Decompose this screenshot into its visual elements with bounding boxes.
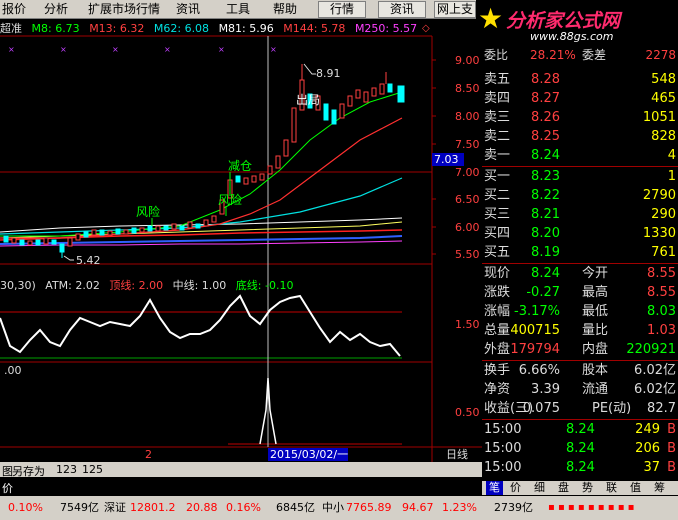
price-tick-7: 7.00 bbox=[455, 166, 480, 179]
fin-row-eps: 收益(三) 0.075 PE(动) 82.7 bbox=[484, 401, 676, 416]
svg-text:×: × bbox=[60, 45, 67, 54]
logo-url: www.88gs.com bbox=[530, 30, 614, 43]
stat-row-outer: 外盘 179794 内盘 220921 bbox=[484, 342, 676, 357]
ticker-signal-icon: ▪ ▪ ▪ ▪ ▪ ▪ ▪ ▪ ▪ bbox=[548, 502, 635, 513]
chart-tab-bar: 图 另存为 123 125 bbox=[0, 462, 482, 479]
indicator-tick-1-5: 1.50 bbox=[455, 318, 480, 331]
tab-trend[interactable]: 势 bbox=[582, 481, 593, 495]
price-tick-7-5: 7.50 bbox=[455, 138, 480, 151]
ticker-shenzhen-label: 深证 bbox=[104, 501, 126, 514]
indicator-top-line: 顶线: 2.00 bbox=[109, 279, 164, 292]
tab-book[interactable]: 盘 bbox=[558, 481, 569, 495]
site-logo: ★ 分析家公式网 www.88gs.com bbox=[476, 0, 678, 45]
current-price-marker: 7.03 bbox=[432, 153, 464, 166]
ticker-shenzhen-value: 12801.2 bbox=[130, 501, 176, 514]
fin-row-turnover: 换手 6.66% 股本 6.02亿 bbox=[484, 363, 676, 378]
ticker-amount-2: 6845亿 bbox=[276, 501, 315, 514]
ticker-smallcap-label: 中小 bbox=[322, 501, 344, 514]
tick-row-3: 15:00 8.24 37 B bbox=[484, 460, 676, 475]
indicator-mid-line: 中线: 1.00 bbox=[172, 279, 227, 292]
tab-chips[interactable]: 筹 bbox=[654, 481, 665, 495]
index-ticker-bar: 价 0.10% 7549亿 深证 12801.2 20.88 0.16% 684… bbox=[0, 482, 678, 520]
ticker-amount-3: 2739亿 bbox=[494, 501, 533, 514]
axis-mark-2: 2 bbox=[145, 448, 152, 461]
svg-text:◇: ◇ bbox=[422, 23, 430, 34]
annotation-reduce: 减仓 bbox=[228, 159, 253, 173]
ticker-left-label: 价 bbox=[2, 482, 13, 496]
price-tick-5-5: 5.50 bbox=[455, 248, 480, 261]
bid-3-row: 买三 8.21 290 bbox=[484, 207, 676, 222]
fin-row-net: 净资 3.39 流通 6.02亿 bbox=[484, 382, 676, 397]
high-price-label: 8.91 bbox=[316, 67, 341, 80]
svg-text:×: × bbox=[218, 45, 225, 54]
annotation-risk-1: 风险 bbox=[136, 205, 161, 219]
ticker-pct-1: 0.10% bbox=[8, 501, 43, 514]
indicator-bottom-line: 底线: -0.10 bbox=[235, 279, 294, 292]
price-tick-6-5: 6.50 bbox=[455, 193, 480, 206]
ticker-amount-1: 7549亿 bbox=[60, 501, 99, 514]
right-panel-tabs: 笔 价 细 盘 势 联 值 筹 bbox=[482, 481, 678, 495]
stat-row-change: 涨跌 -0.27 最高 8.55 bbox=[484, 285, 676, 300]
lower-indicator-value: .00 bbox=[4, 364, 22, 377]
tab-trades[interactable]: 笔 bbox=[486, 481, 503, 495]
svg-text:×: × bbox=[270, 45, 277, 54]
tab-price[interactable]: 价 bbox=[510, 481, 521, 495]
bid-4-row: 买四 8.20 1330 bbox=[484, 226, 676, 241]
low-price-label: 5.42 bbox=[76, 254, 101, 267]
tab-detail[interactable]: 细 bbox=[534, 481, 545, 495]
indicator-legend: 30,30) ATM: 2.02 顶线: 2.00 中线: 1.00 底线: -… bbox=[0, 279, 293, 292]
kline-chart[interactable]: ◇ × × × × × × bbox=[0, 0, 482, 462]
lower-tick-0-5: 0.50 bbox=[455, 406, 480, 419]
stat-row-price: 现价 8.24 今开 8.55 bbox=[484, 266, 676, 281]
save-as-tab[interactable]: 另存为 bbox=[12, 463, 45, 479]
tab-linked[interactable]: 联 bbox=[606, 481, 617, 495]
tick-row-2: 15:00 8.24 206 B bbox=[484, 441, 676, 456]
ticker-smallcap-change: 94.67 bbox=[402, 501, 434, 514]
stat-row-volume: 总量 400715 量比 1.03 bbox=[484, 323, 676, 338]
tab-value[interactable]: 值 bbox=[630, 481, 641, 495]
price-tick-8: 8.00 bbox=[455, 110, 480, 123]
svg-text:×: × bbox=[8, 45, 15, 54]
ticker-shenzhen-change: 20.88 bbox=[186, 501, 218, 514]
indicator-atm: ATM: 2.02 bbox=[45, 279, 100, 292]
ask-3-row: 卖三 8.26 1051 bbox=[484, 110, 676, 125]
cursor-date-label: 2015/03/02/一 bbox=[268, 448, 349, 461]
svg-text:×: × bbox=[112, 45, 119, 54]
annotation-risk-2: 风险 bbox=[218, 193, 243, 207]
ticker-smallcap-pct: 1.23% bbox=[442, 501, 477, 514]
bid-1-row: 买一 8.23 1 bbox=[484, 169, 676, 184]
order-book-panel: 委比 28.21% 委差 2278 卖五 8.28 548 卖四 8.27 465 卖三… bbox=[482, 46, 678, 484]
ticker-shenzhen-pct: 0.16% bbox=[226, 501, 261, 514]
ask-2-row: 卖二 8.25 828 bbox=[484, 129, 676, 144]
price-tick-8-5: 8.50 bbox=[455, 82, 480, 95]
period-daily[interactable]: 日线 bbox=[446, 448, 468, 461]
ask-5-row: 卖五 8.28 548 bbox=[484, 72, 676, 87]
annotation-exit: 出局 bbox=[296, 93, 321, 107]
bid-2-row: 买二 8.22 2790 bbox=[484, 188, 676, 203]
indicator-params: 30,30) bbox=[0, 279, 36, 292]
logo-title: 分析家公式网 bbox=[506, 10, 621, 32]
ask-4-row: 卖四 8.27 465 bbox=[484, 91, 676, 106]
ask-1-row: 卖一 8.24 4 bbox=[484, 148, 676, 163]
tick-row-1: 15:00 8.24 249 B bbox=[484, 422, 676, 437]
order-ratio-row: 委比 28.21% 委差 2278 bbox=[484, 48, 676, 62]
tab-125[interactable]: 125 bbox=[82, 463, 103, 476]
ticker-smallcap-value: 7765.89 bbox=[346, 501, 392, 514]
bid-5-row: 买五 8.19 761 bbox=[484, 245, 676, 260]
svg-text:×: × bbox=[164, 45, 171, 54]
tab-123[interactable]: 123 bbox=[56, 463, 77, 476]
price-tick-9: 9.00 bbox=[455, 54, 480, 67]
stat-row-pct: 涨幅 -3.17% 最低 8.03 bbox=[484, 304, 676, 319]
price-tick-6: 6.00 bbox=[455, 221, 480, 234]
